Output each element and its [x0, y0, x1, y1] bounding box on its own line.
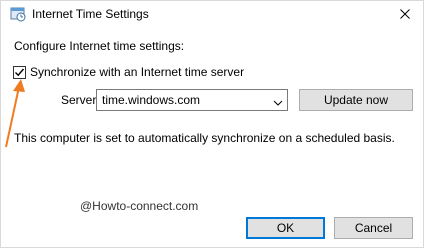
sync-checkbox[interactable]	[13, 65, 26, 79]
close-button[interactable]	[387, 1, 423, 28]
title-bar: Internet Time Settings	[1, 1, 423, 28]
close-icon	[400, 8, 410, 22]
internet-time-settings-dialog: Internet Time Settings Configure Interne…	[0, 0, 424, 248]
server-combobox[interactable]: time.windows.com	[96, 89, 288, 111]
sync-checkbox-label[interactable]: Synchronize with an Internet time server	[30, 65, 244, 79]
server-label: Server:	[61, 93, 100, 107]
clock-globe-icon	[10, 6, 26, 22]
sync-checkbox-row[interactable]: Synchronize with an Internet time server	[13, 64, 244, 80]
cancel-button[interactable]: Cancel	[334, 217, 413, 239]
server-value[interactable]: time.windows.com	[102, 93, 200, 107]
window-title: Internet Time Settings	[32, 7, 149, 21]
sync-status-text: This computer is set to automatically sy…	[14, 131, 395, 145]
section-heading: Configure Internet time settings:	[14, 39, 185, 53]
watermark: @Howto-connect.com	[80, 199, 199, 213]
update-now-button[interactable]: Update now	[299, 89, 413, 111]
chevron-down-icon[interactable]	[273, 96, 283, 106]
ok-button[interactable]: OK	[246, 217, 325, 239]
